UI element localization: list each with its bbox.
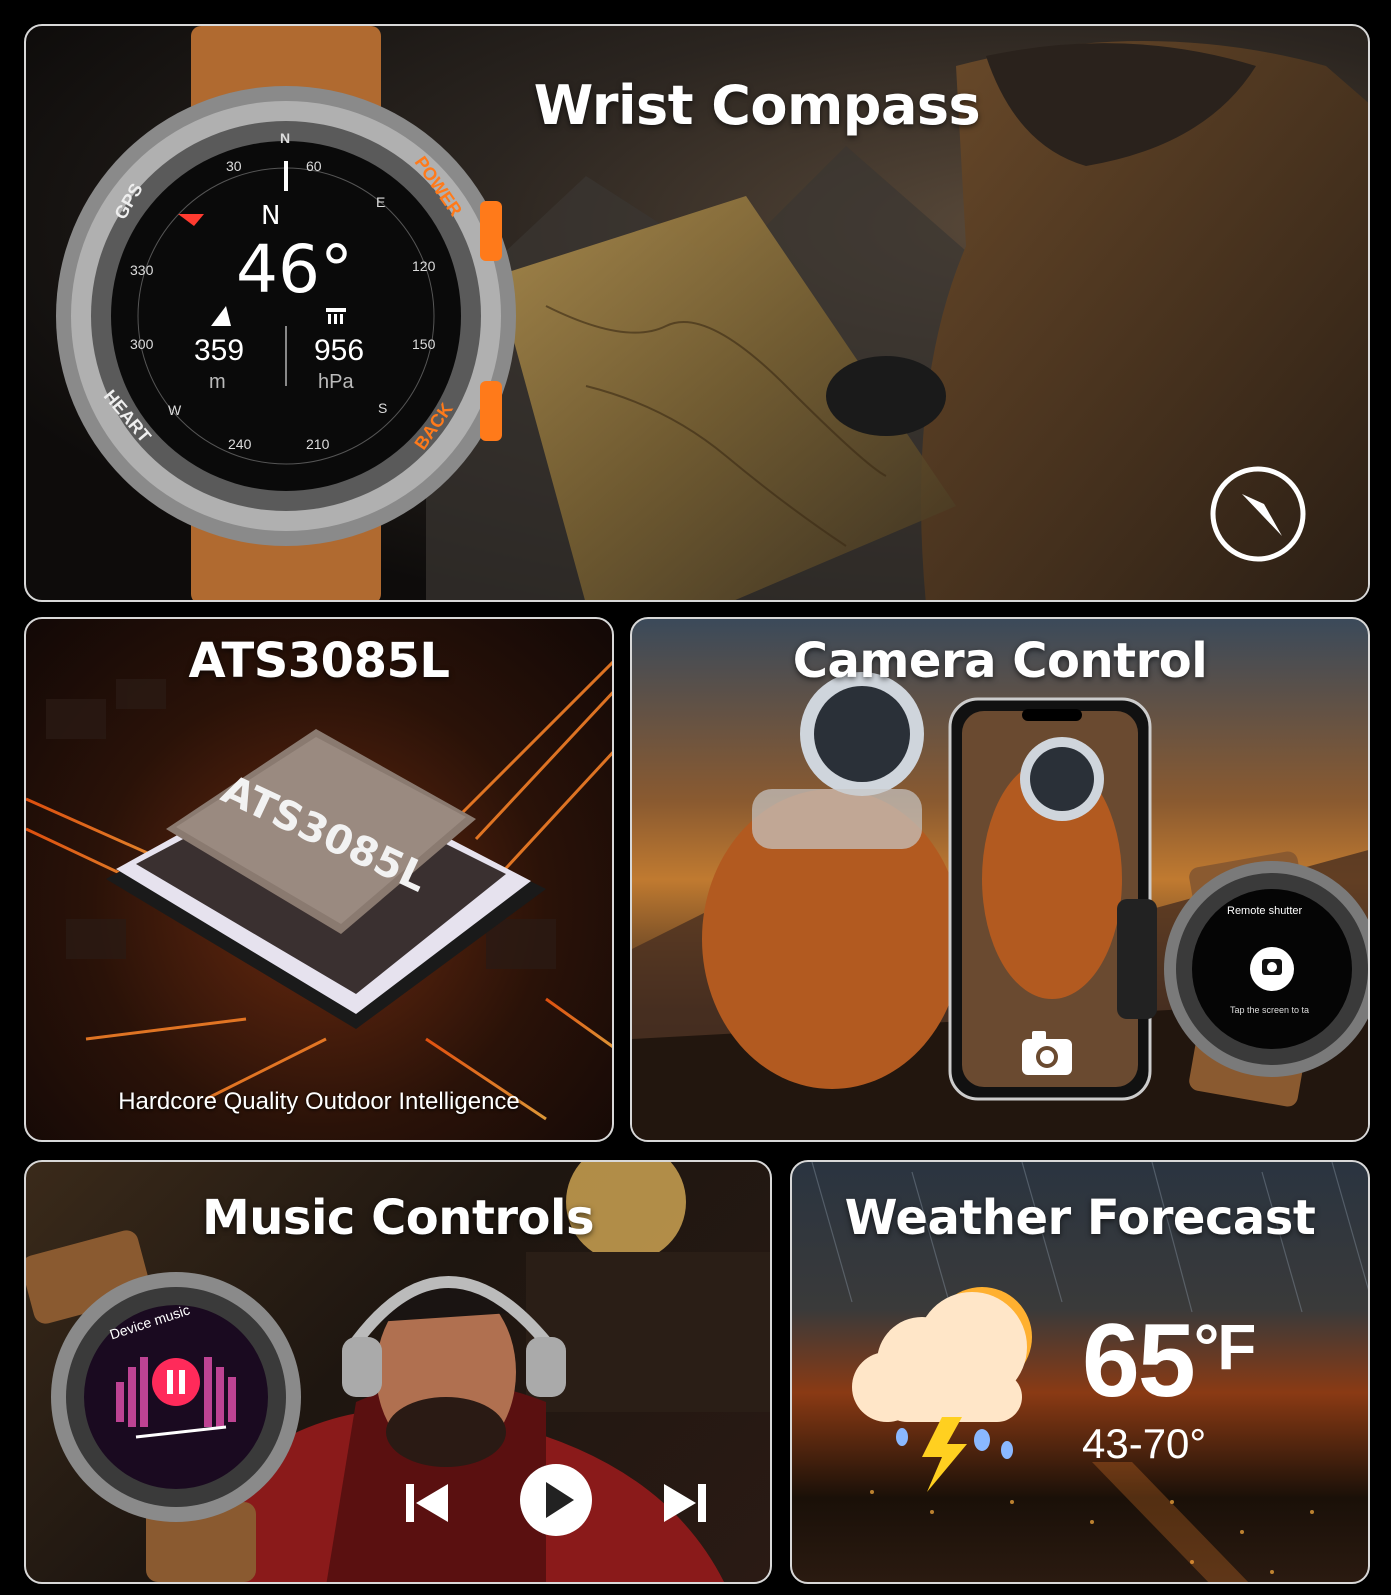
play-icon xyxy=(520,1464,592,1536)
next-track-button[interactable] xyxy=(662,1480,708,1526)
ring-label-240: 240 xyxy=(228,436,252,452)
compass-heading: N xyxy=(261,201,281,231)
chip-panel: ATS3085L ATS3085L Hardcore Quality Outdo… xyxy=(24,617,614,1142)
temperature-display: 65°F xyxy=(1082,1302,1257,1421)
temperature-unit: °F xyxy=(1193,1311,1257,1383)
wrist-compass-panel: Wrist Compass N 46° 359 m 956 hPa 30 60 … xyxy=(24,24,1370,602)
pressure-value: 956 xyxy=(314,334,365,367)
compass-degrees: 46° xyxy=(236,231,353,308)
weather-forecast-panel: Weather Forecast 65°F 43-70° xyxy=(790,1160,1370,1584)
ring-label-60: 60 xyxy=(306,158,322,174)
ring-label-330: 330 xyxy=(130,262,154,278)
shutter-button[interactable] xyxy=(1254,949,1292,987)
chip-title: ATS3085L xyxy=(188,633,450,689)
chip-subtitle: Hardcore Quality Outdoor Intelligence xyxy=(118,1088,520,1115)
ring-label-w-small: W xyxy=(168,402,182,418)
weather-title: Weather Forecast xyxy=(844,1190,1316,1246)
camera-control-panel: Camera Control Remote shutter Tap the sc… xyxy=(630,617,1370,1142)
temperature-range: 43-70° xyxy=(1082,1420,1207,1467)
chip-background xyxy=(26,660,612,1121)
ring-label-30: 30 xyxy=(226,158,242,174)
camera-title: Camera Control xyxy=(792,633,1208,689)
watch-remote-shutter-label: Remote shutter xyxy=(1227,905,1303,917)
ring-label-210: 210 xyxy=(306,436,330,452)
altitude-unit: m xyxy=(209,371,226,393)
skip-previous-icon xyxy=(406,1484,448,1522)
ring-label-n-top: N xyxy=(280,130,291,146)
ring-label-s-small: S xyxy=(378,400,388,416)
camera-background xyxy=(632,672,1368,1140)
ring-label-120: 120 xyxy=(412,258,436,274)
compass-title: Wrist Compass xyxy=(533,74,981,137)
altitude-value: 359 xyxy=(194,334,245,367)
music-title: Music Controls xyxy=(201,1190,595,1246)
music-controls-panel: Music Controls Device music xyxy=(24,1160,772,1584)
temperature-value: 65 xyxy=(1082,1303,1196,1419)
ring-label-e-small: E xyxy=(376,194,386,210)
watch-tap-hint: Tap the screen to ta xyxy=(1230,1005,1310,1015)
play-button[interactable] xyxy=(516,1460,596,1540)
pressure-unit: hPa xyxy=(318,371,354,393)
ring-label-150: 150 xyxy=(412,336,436,352)
skip-next-icon xyxy=(664,1484,706,1522)
previous-track-button[interactable] xyxy=(404,1480,450,1526)
ring-label-300: 300 xyxy=(130,336,154,352)
